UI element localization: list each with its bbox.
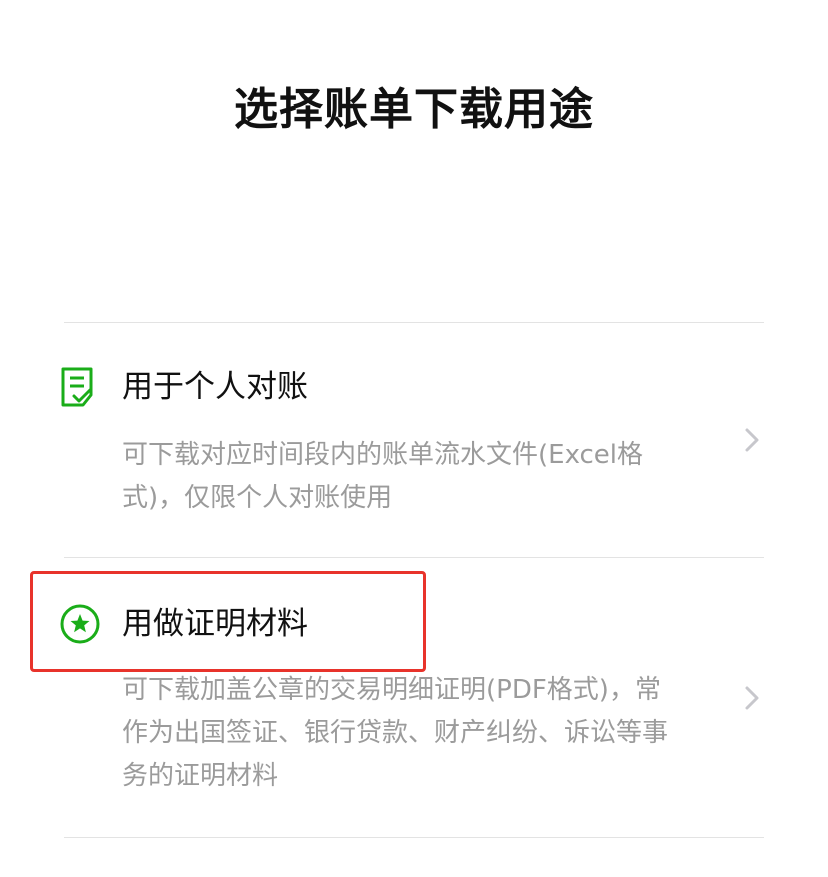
divider-top [64, 322, 764, 323]
chevron-right-icon [742, 425, 762, 455]
divider-middle [64, 557, 764, 558]
option-proof-document[interactable]: 用做证明材料 可下载加盖公章的交易明细证明(PDF格式)，常作为出国签证、银行贷… [60, 580, 764, 820]
option-title: 用于个人对账 [122, 369, 308, 405]
star-badge-icon [60, 602, 100, 646]
page-title: 选择账单下载用途 [234, 84, 594, 135]
document-check-icon [60, 365, 100, 409]
divider-bottom [64, 837, 764, 838]
bill-download-purpose-page: 选择账单下载用途 用于个人对账 可下载对应时间段内的账单流水文件(Excel格式… [0, 0, 828, 877]
chevron-right-icon [742, 683, 762, 713]
option-description: 可下载加盖公章的交易明细证明(PDF格式)，常作为出国签证、银行贷款、财产纠纷、… [122, 675, 669, 791]
option-description: 可下载对应时间段内的账单流水文件(Excel格式)，仅限个人对账使用 [122, 440, 644, 513]
option-personal-reconciliation[interactable]: 用于个人对账 可下载对应时间段内的账单流水文件(Excel格式)，仅限个人对账使… [61, 345, 764, 535]
option-title: 用做证明材料 [122, 606, 308, 642]
